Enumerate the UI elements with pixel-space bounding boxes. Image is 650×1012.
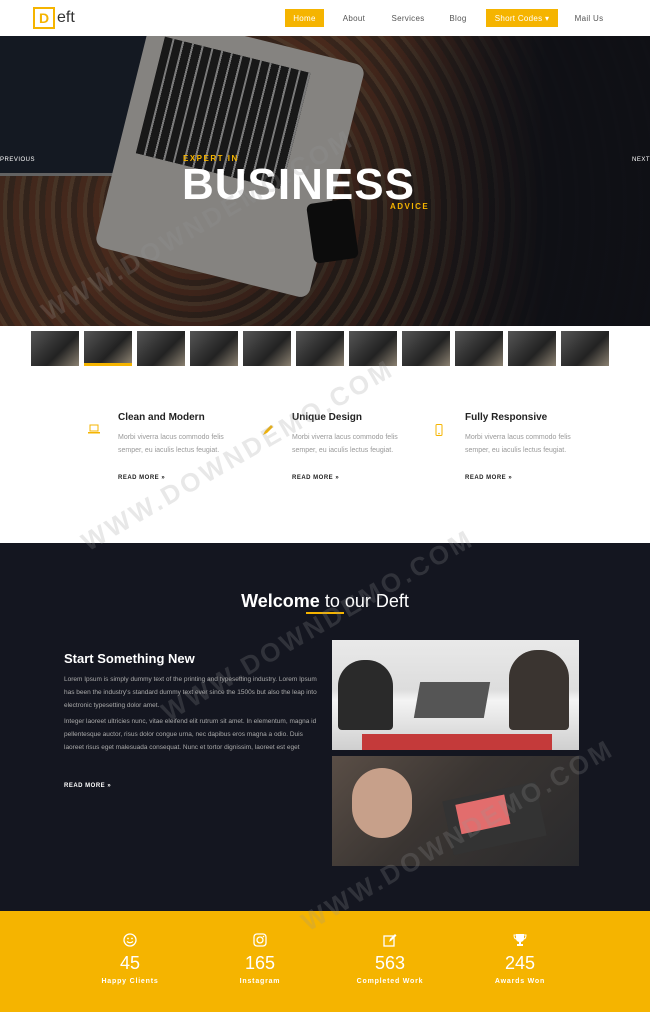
photo-person bbox=[352, 768, 412, 838]
feature-unique-design: Unique Design Morbi viverra lacus commod… bbox=[263, 412, 462, 481]
pen-icon bbox=[262, 424, 276, 438]
nav-about[interactable]: About bbox=[334, 9, 374, 27]
photo-laptop bbox=[413, 682, 491, 718]
read-more-link[interactable]: READ MORE » bbox=[118, 475, 288, 481]
thumbnail[interactable] bbox=[455, 331, 503, 366]
stat-value: 563 bbox=[374, 953, 406, 973]
hero-slider: PREVIOUS NEXT EXPERT IN BUSINESS ADVICE bbox=[0, 36, 650, 326]
nav-mail-us[interactable]: Mail Us bbox=[568, 9, 610, 27]
laptop-icon bbox=[88, 424, 102, 438]
photo-person bbox=[509, 650, 569, 730]
feature-title: Fully Responsive bbox=[465, 412, 548, 423]
thumbnail[interactable] bbox=[31, 331, 79, 366]
welcome-paragraph: Integer laoreet ultricies nunc, vitae el… bbox=[64, 718, 317, 751]
feature-text: Morbi viverra lacus commodo felis semper… bbox=[465, 434, 571, 454]
photo-laptop bbox=[442, 781, 547, 856]
stat-instagram: 165 Instagram bbox=[200, 933, 320, 985]
feature-title: Clean and Modern bbox=[118, 412, 205, 423]
section-title-rest: to our Deft bbox=[319, 591, 409, 611]
thumbnail[interactable] bbox=[296, 331, 344, 366]
mobile-icon bbox=[435, 424, 449, 438]
hero-subtitle: ADVICE bbox=[390, 202, 430, 211]
welcome-paragraph: Lorem Ipsum is simply dummy text of the … bbox=[64, 676, 317, 709]
feature-title: Unique Design bbox=[292, 412, 363, 423]
thumbnail[interactable] bbox=[508, 331, 556, 366]
thumbnail[interactable] bbox=[349, 331, 397, 366]
smile-icon bbox=[70, 933, 190, 949]
stat-label: Instagram bbox=[239, 978, 281, 985]
welcome-heading: Start Something New bbox=[64, 651, 195, 666]
feature-clean-modern: Clean and Modern Morbi viverra lacus com… bbox=[88, 412, 288, 481]
stat-value: 245 bbox=[504, 953, 536, 973]
thumbnail-active[interactable] bbox=[84, 331, 132, 366]
thumbnail[interactable] bbox=[243, 331, 291, 366]
thumbnail[interactable] bbox=[402, 331, 450, 366]
stat-label: Completed Work bbox=[356, 978, 424, 985]
meeting-photo bbox=[332, 640, 579, 750]
thumbnail[interactable] bbox=[137, 331, 185, 366]
read-more-link[interactable]: READ MORE » bbox=[465, 475, 635, 481]
stat-completed-work: 563 Completed Work bbox=[330, 933, 450, 985]
section-title-bold: Welcome bbox=[241, 591, 320, 611]
nav-services[interactable]: Services bbox=[385, 9, 431, 27]
section-title: Welcome to our Deft bbox=[0, 591, 650, 612]
read-more-link[interactable]: READ MORE » bbox=[292, 475, 462, 481]
instagram-icon bbox=[200, 933, 320, 949]
photo-laptop-screen bbox=[455, 794, 511, 835]
stat-happy-clients: 45 Happy Clients bbox=[70, 933, 190, 985]
photo-table bbox=[362, 734, 552, 750]
slider-next-button[interactable]: NEXT bbox=[632, 157, 650, 163]
site-header: D eft Home About Services Blog Short Cod… bbox=[0, 0, 650, 36]
feature-fully-responsive: Fully Responsive Morbi viverra lacus com… bbox=[435, 412, 635, 481]
hero-title: BUSINESS bbox=[182, 160, 415, 209]
thumbnail[interactable] bbox=[561, 331, 609, 366]
photo-person bbox=[338, 660, 393, 730]
title-underline bbox=[306, 612, 344, 614]
main-nav: Home About Services Blog Short Codes ▾ M… bbox=[0, 9, 650, 27]
slider-thumbnails bbox=[31, 331, 611, 369]
read-more-link[interactable]: READ MORE » bbox=[64, 783, 111, 789]
feature-text: Morbi viverra lacus commodo felis semper… bbox=[292, 434, 398, 454]
stat-label: Happy Clients bbox=[101, 978, 159, 985]
slider-previous-button[interactable]: PREVIOUS bbox=[0, 157, 35, 163]
nav-short-codes-dropdown[interactable]: Short Codes ▾ bbox=[486, 9, 558, 27]
feature-text: Morbi viverra lacus commodo felis semper… bbox=[118, 434, 224, 454]
stat-value: 45 bbox=[119, 953, 141, 973]
workspace-photo bbox=[332, 756, 579, 866]
trophy-icon bbox=[460, 933, 580, 949]
nav-blog[interactable]: Blog bbox=[443, 9, 473, 27]
nav-home[interactable]: Home bbox=[285, 9, 324, 27]
edit-icon bbox=[330, 933, 450, 949]
thumbnail[interactable] bbox=[190, 331, 238, 366]
stat-awards-won: 245 Awards Won bbox=[460, 933, 580, 985]
stat-value: 165 bbox=[244, 953, 276, 973]
stat-label: Awards Won bbox=[494, 978, 546, 985]
stats-bar: 45 Happy Clients 165 Instagram 563 Compl… bbox=[0, 911, 650, 1012]
